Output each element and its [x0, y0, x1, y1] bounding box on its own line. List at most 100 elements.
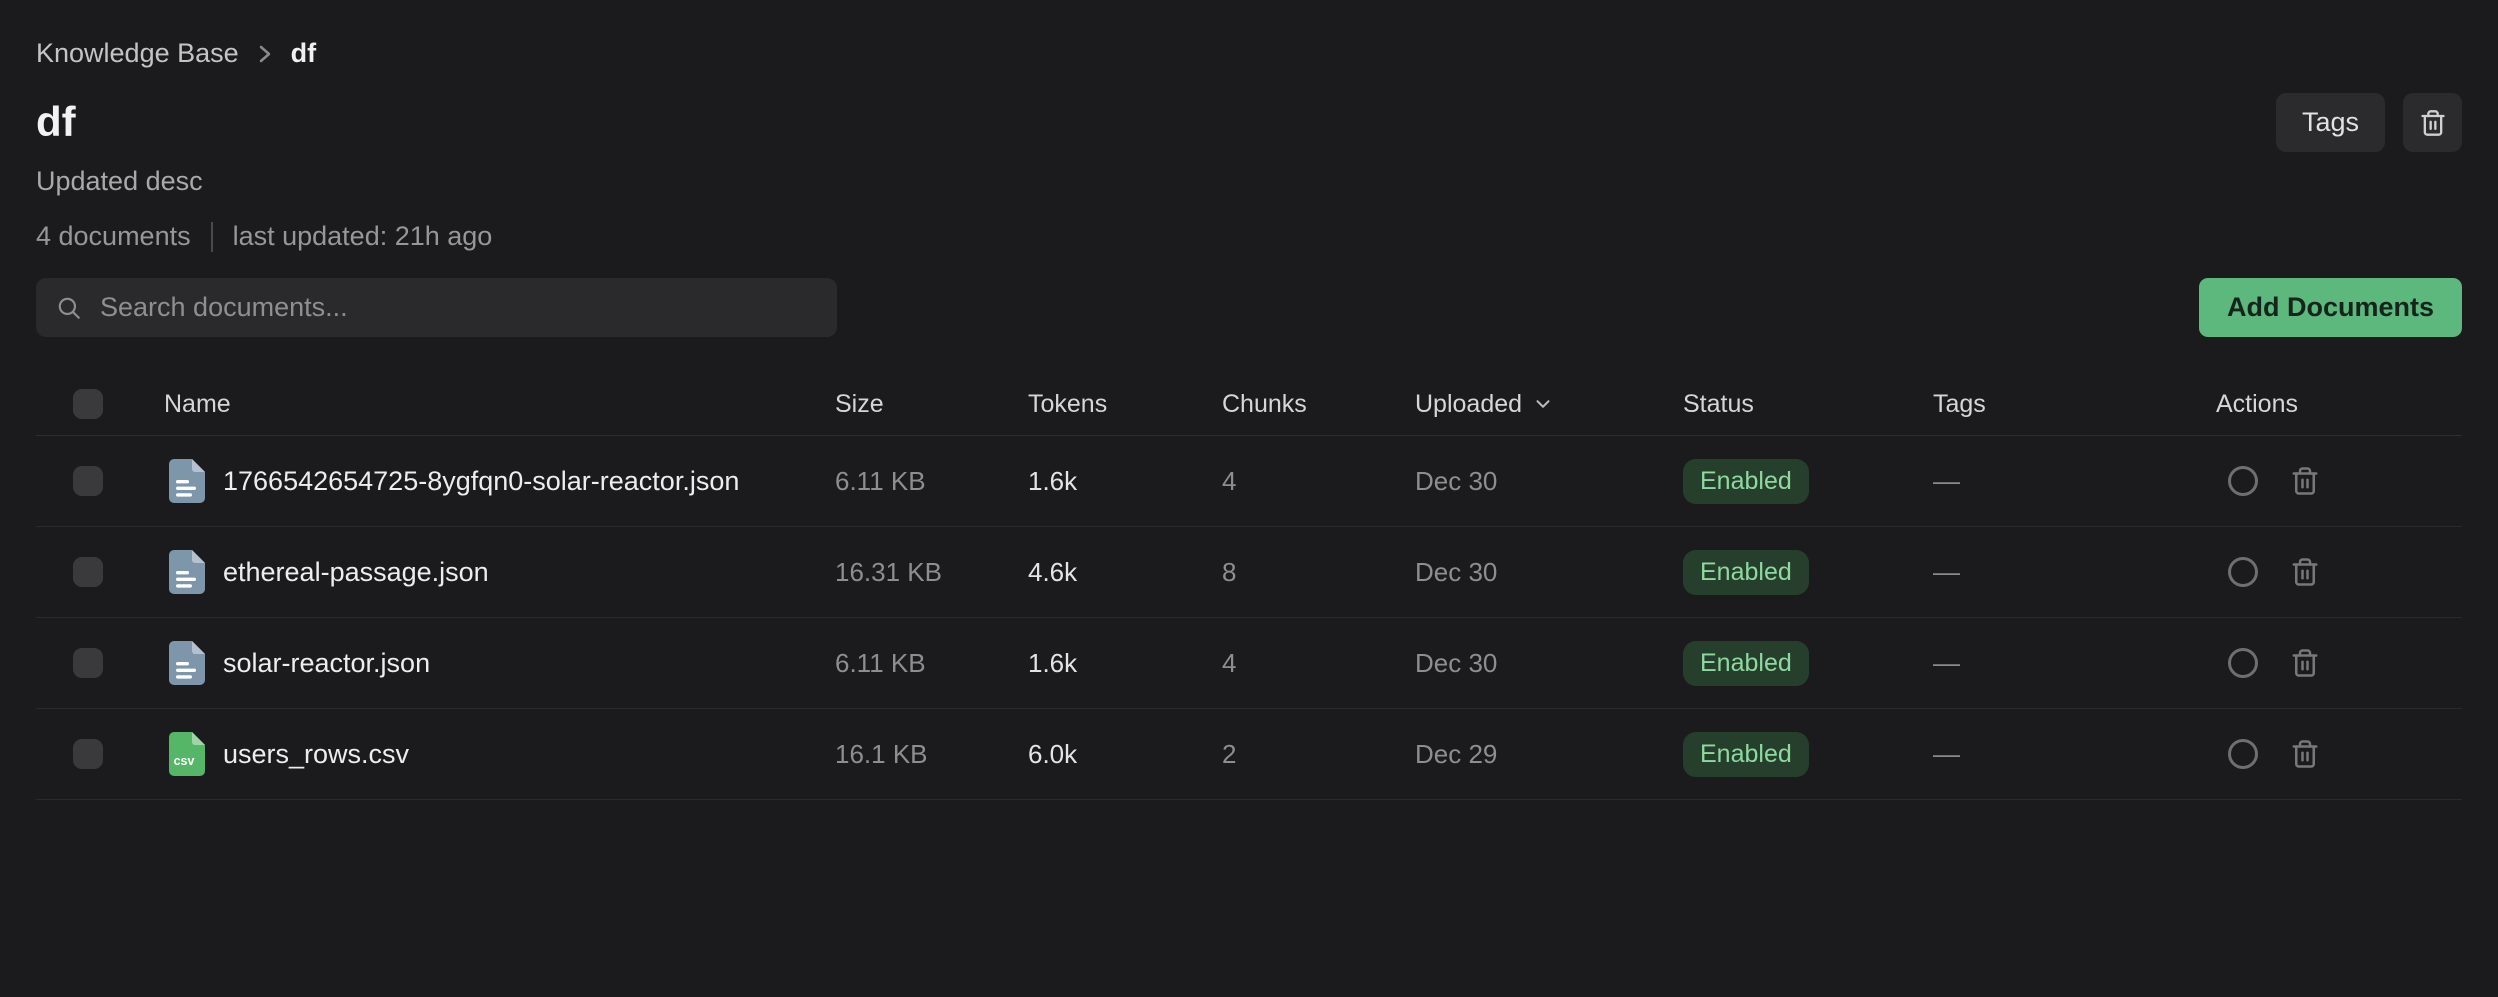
document-size: 6.11 KB	[835, 648, 1028, 679]
document-name-cell: ethereal-passage.json	[164, 550, 835, 594]
actions-cell	[2216, 739, 2462, 769]
breadcrumb: Knowledge Base df	[36, 0, 2462, 69]
header-checkbox-cell	[36, 389, 164, 419]
add-documents-button[interactable]: Add Documents	[2199, 278, 2462, 337]
column-header-tokens: Tokens	[1028, 390, 1222, 419]
toggle-status-icon[interactable]	[2228, 557, 2258, 587]
meta-divider	[211, 222, 213, 252]
uploaded-label: Uploaded	[1415, 390, 1522, 419]
column-header-name: Name	[164, 390, 835, 419]
document-chunks: 4	[1222, 466, 1415, 497]
json-file-icon	[169, 459, 205, 503]
document-name[interactable]: ethereal-passage.json	[223, 557, 489, 588]
title-actions: Tags	[2276, 93, 2462, 152]
toggle-status-icon[interactable]	[2228, 739, 2258, 769]
status-cell: Enabled	[1683, 732, 1933, 777]
search-icon	[56, 295, 82, 321]
search-box[interactable]	[36, 278, 837, 337]
document-chunks: 8	[1222, 557, 1415, 588]
tags-button[interactable]: Tags	[2276, 93, 2385, 152]
document-tags: —	[1933, 557, 2216, 588]
row-checkbox-cell	[36, 648, 164, 678]
row-checkbox-cell	[36, 557, 164, 587]
status-cell: Enabled	[1683, 459, 1933, 504]
document-uploaded: Dec 29	[1415, 739, 1683, 770]
csv-file-icon: csv	[169, 732, 205, 776]
table-header-row: Name Size Tokens Chunks Uploaded Status …	[36, 373, 2462, 436]
status-cell: Enabled	[1683, 641, 1933, 686]
column-header-status: Status	[1683, 390, 1933, 419]
document-uploaded: Dec 30	[1415, 466, 1683, 497]
document-name[interactable]: users_rows.csv	[223, 739, 409, 770]
column-header-uploaded[interactable]: Uploaded	[1415, 390, 1683, 419]
trash-icon	[2419, 109, 2447, 137]
document-size: 16.1 KB	[835, 739, 1028, 770]
document-name-cell: solar-reactor.json	[164, 641, 835, 685]
actions-cell	[2216, 466, 2462, 496]
select-all-checkbox[interactable]	[73, 389, 103, 419]
table-row: 1766542654725-8ygfqn0-solar-reactor.json…	[36, 436, 2462, 527]
document-name[interactable]: 1766542654725-8ygfqn0-solar-reactor.json	[223, 466, 739, 497]
document-name[interactable]: solar-reactor.json	[223, 648, 430, 679]
delete-document-icon[interactable]	[2290, 648, 2320, 678]
column-header-size: Size	[835, 390, 1028, 419]
documents-table: Name Size Tokens Chunks Uploaded Status …	[36, 373, 2462, 800]
title-row: df Tags	[36, 93, 2462, 152]
row-checkbox[interactable]	[73, 557, 103, 587]
toggle-status-icon[interactable]	[2228, 466, 2258, 496]
document-chunks: 2	[1222, 739, 1415, 770]
documents-count: 4 documents	[36, 221, 191, 252]
document-chunks: 4	[1222, 648, 1415, 679]
document-tags: —	[1933, 739, 2216, 770]
document-tokens: 4.6k	[1028, 557, 1222, 588]
status-cell: Enabled	[1683, 550, 1933, 595]
row-checkbox[interactable]	[73, 466, 103, 496]
row-checkbox-cell	[36, 739, 164, 769]
row-checkbox-cell	[36, 466, 164, 496]
column-header-tags: Tags	[1933, 390, 2216, 419]
table-row: solar-reactor.json 6.11 KB 1.6k 4 Dec 30…	[36, 618, 2462, 709]
document-size: 16.31 KB	[835, 557, 1028, 588]
delete-document-icon[interactable]	[2290, 466, 2320, 496]
delete-document-icon[interactable]	[2290, 557, 2320, 587]
status-badge: Enabled	[1683, 641, 1809, 686]
row-checkbox[interactable]	[73, 648, 103, 678]
table-row: csv users_rows.csv 16.1 KB 6.0k 2 Dec 29…	[36, 709, 2462, 800]
status-badge: Enabled	[1683, 459, 1809, 504]
delete-knowledge-base-button[interactable]	[2403, 93, 2462, 152]
search-input[interactable]	[98, 291, 817, 324]
column-header-chunks: Chunks	[1222, 390, 1415, 419]
status-badge: Enabled	[1683, 550, 1809, 595]
chevron-right-icon	[257, 42, 273, 66]
knowledge-base-detail-page: Knowledge Base df df Tags Updated desc 4…	[0, 0, 2498, 997]
breadcrumb-current: df	[291, 38, 316, 69]
document-name-cell: csv users_rows.csv	[164, 732, 835, 776]
kb-description: Updated desc	[36, 166, 2462, 197]
column-header-actions: Actions	[2216, 390, 2462, 419]
actions-cell	[2216, 557, 2462, 587]
last-updated: last updated: 21h ago	[233, 221, 493, 252]
document-name-cell: 1766542654725-8ygfqn0-solar-reactor.json	[164, 459, 835, 503]
json-file-icon	[169, 550, 205, 594]
document-size: 6.11 KB	[835, 466, 1028, 497]
document-uploaded: Dec 30	[1415, 648, 1683, 679]
meta-line: 4 documents last updated: 21h ago	[36, 221, 2462, 252]
svg-text:csv: csv	[174, 754, 195, 768]
document-uploaded: Dec 30	[1415, 557, 1683, 588]
table-row: ethereal-passage.json 16.31 KB 4.6k 8 De…	[36, 527, 2462, 618]
actions-cell	[2216, 648, 2462, 678]
toggle-status-icon[interactable]	[2228, 648, 2258, 678]
document-tags: —	[1933, 648, 2216, 679]
document-tokens: 6.0k	[1028, 739, 1222, 770]
page-title: df	[36, 99, 76, 145]
status-badge: Enabled	[1683, 732, 1809, 777]
json-file-icon	[169, 641, 205, 685]
breadcrumb-knowledge-base-link[interactable]: Knowledge Base	[36, 38, 239, 69]
delete-document-icon[interactable]	[2290, 739, 2320, 769]
toolbar: Add Documents	[36, 278, 2462, 337]
document-tokens: 1.6k	[1028, 466, 1222, 497]
chevron-down-icon	[1532, 393, 1554, 415]
document-tags: —	[1933, 466, 2216, 497]
document-tokens: 1.6k	[1028, 648, 1222, 679]
row-checkbox[interactable]	[73, 739, 103, 769]
